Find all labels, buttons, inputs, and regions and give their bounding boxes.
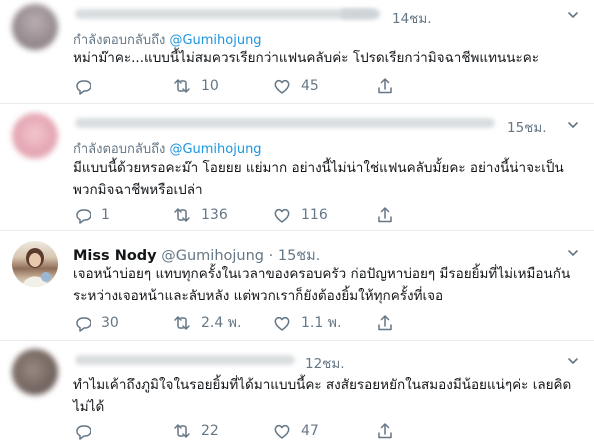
chevron-down-icon[interactable]	[568, 10, 578, 20]
share-button[interactable]	[376, 76, 394, 96]
avatar[interactable]	[12, 4, 58, 50]
share-icon	[378, 315, 392, 331]
reply-count: 1	[101, 207, 110, 223]
tweet-time[interactable]: 12ชม.	[305, 352, 345, 374]
like-icon	[274, 424, 290, 439]
replying-to-label: กำลังตอบกลับถึง	[73, 33, 166, 48]
replying-to: กำลังตอบกลับถึง @Gumihojung	[73, 138, 262, 159]
tweet[interactable]: 14ชม. กำลังตอบกลับถึง @Gumihojung หม่าม๊…	[0, 0, 594, 104]
retweet-count: 2.4 พ.	[201, 315, 242, 331]
like-button[interactable]: 116	[273, 205, 328, 225]
like-count: 45	[301, 78, 319, 94]
reply-count: 30	[101, 315, 119, 331]
like-icon	[274, 79, 290, 94]
retweet-icon	[174, 208, 190, 222]
tweet-time[interactable]: 14ชม.	[392, 7, 432, 29]
avatar[interactable]	[12, 113, 58, 159]
redacted-user-name	[75, 355, 295, 365]
tweet-text: ทำไมเค้าถึงภูมิใจในรอยยิ้มที่ได้มาแบบนี้…	[73, 377, 572, 415]
retweet-count: 136	[201, 207, 228, 223]
tweet-text: หม่าม๊าคะ...แบบนี้ไม่สมควรเรียกว่าแฟนคลั…	[73, 50, 540, 66]
retweet-icon	[174, 424, 190, 438]
retweet-icon	[174, 79, 190, 93]
like-button[interactable]: 47	[273, 421, 319, 441]
retweet-button[interactable]: 10	[173, 76, 219, 96]
tweet-actions: 30 2.4 พ. 1.1 พ.	[73, 313, 493, 333]
like-button[interactable]: 45	[273, 76, 319, 96]
reply-button[interactable]: 30	[73, 313, 119, 333]
avatar[interactable]	[12, 349, 58, 395]
share-button[interactable]	[376, 421, 394, 441]
retweet-icon	[174, 316, 190, 330]
share-icon	[378, 423, 392, 439]
retweet-button[interactable]: 2.4 พ.	[173, 313, 241, 333]
chevron-down-icon[interactable]	[568, 120, 578, 130]
profile-photo	[22, 248, 51, 287]
chevron-down-icon[interactable]	[568, 248, 578, 258]
tweet-text: เจอหน้าบ่อยๆ แทบทุกครั้งในเวลาของครอบครั…	[73, 266, 571, 304]
like-icon	[274, 316, 290, 331]
redacted-user-name	[340, 9, 380, 19]
separator-dot: ·	[268, 248, 274, 264]
redacted-user-name	[75, 9, 375, 19]
tweet[interactable]: Miss Nody @Gumihojung · 15ชม. เจอหน้าบ่อ…	[0, 231, 594, 341]
like-count: 1.1 พ.	[301, 315, 342, 331]
tweet-actions: 10 45	[73, 76, 493, 96]
share-button[interactable]	[376, 205, 394, 225]
like-count: 47	[301, 423, 319, 439]
redacted-user-name	[75, 118, 495, 128]
reply-button[interactable]	[73, 421, 101, 441]
tweet[interactable]: 15ชม. กำลังตอบกลับถึง @Gumihojung มีแบบน…	[0, 104, 594, 231]
replying-to-label: กำลังตอบกลับถึง	[73, 142, 166, 157]
author-name[interactable]: Miss Nody	[73, 248, 157, 264]
like-count: 116	[301, 207, 328, 223]
reply-icon	[76, 425, 91, 440]
reply-button[interactable]: 1	[73, 205, 110, 225]
retweet-count: 10	[201, 78, 219, 94]
reply-button[interactable]	[73, 76, 101, 96]
retweet-button[interactable]: 22	[173, 421, 219, 441]
tweet-actions: 1 136 116	[73, 205, 493, 225]
retweet-button[interactable]: 136	[173, 205, 228, 225]
avatar[interactable]	[12, 241, 58, 287]
tweet-actions: 22 47	[73, 421, 493, 441]
tweet-time[interactable]: 15ชม.	[278, 248, 320, 264]
tweet[interactable]: 12ชม. ทำไมเค้าถึงภูมิใจในรอยยิ้มที่ได้มา…	[0, 341, 594, 447]
mention-link[interactable]: @Gumihojung	[169, 142, 261, 157]
chevron-down-icon[interactable]	[568, 356, 578, 366]
like-icon	[274, 208, 290, 223]
share-icon	[378, 207, 392, 223]
tweet-time[interactable]: 15ชม.	[507, 116, 547, 138]
mention-link[interactable]: @Gumihojung	[169, 33, 261, 48]
reply-icon	[76, 80, 91, 95]
retweet-count: 22	[201, 423, 219, 439]
tweet-text: มีแบบนี้ด้วยหรอคะม๊า โอยยย แย่มาก อย่างน…	[73, 160, 564, 198]
share-button[interactable]	[376, 313, 394, 333]
reply-icon	[76, 209, 91, 224]
author-handle[interactable]: @Gumihojung	[161, 248, 264, 264]
reply-icon	[76, 317, 91, 332]
share-icon	[378, 78, 392, 94]
like-button[interactable]: 1.1 พ.	[273, 313, 341, 333]
